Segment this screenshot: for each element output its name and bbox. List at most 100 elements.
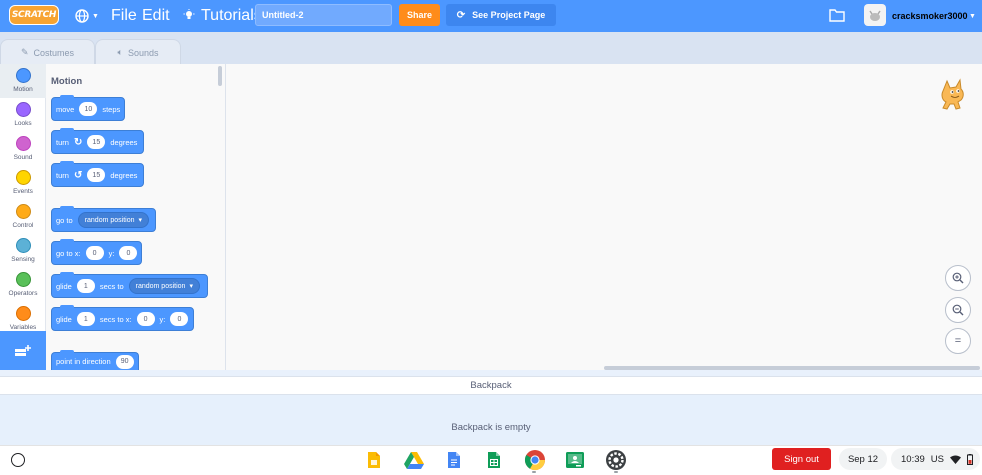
category-dot-icon bbox=[15, 68, 31, 83]
block-point-in-direction[interactable]: point in direction 90 bbox=[51, 350, 139, 370]
speaker-icon: 🔈︎ bbox=[117, 47, 123, 57]
zoom-reset-button[interactable]: = bbox=[945, 328, 971, 354]
sign-out-button[interactable]: Sign out bbox=[772, 448, 831, 470]
running-indicator bbox=[614, 471, 618, 473]
target-dropdown[interactable]: random position ▾ bbox=[128, 278, 200, 294]
zoom-out-button[interactable] bbox=[945, 297, 971, 323]
direction-input[interactable]: 90 bbox=[115, 354, 134, 369]
launcher-icon[interactable] bbox=[11, 453, 25, 467]
block-text: secs to x: bbox=[99, 314, 132, 324]
status-tray[interactable]: 10:39 US bbox=[891, 448, 980, 470]
x-input[interactable]: 0 bbox=[136, 312, 155, 326]
y-input[interactable]: 0 bbox=[170, 312, 189, 326]
battery-icon bbox=[966, 453, 973, 465]
backpack-empty-message: Backpack is empty bbox=[451, 422, 531, 433]
project-title-input[interactable]: Untitled-2 bbox=[255, 4, 392, 26]
see-project-page-button[interactable]: ⟳ See Project Page bbox=[446, 4, 556, 26]
language-menu[interactable]: ▼ bbox=[75, 0, 99, 32]
settings-icon[interactable] bbox=[605, 449, 627, 471]
file-menu[interactable]: File bbox=[111, 0, 137, 32]
script-area[interactable] bbox=[226, 64, 982, 370]
steps-input[interactable]: 10 bbox=[79, 102, 98, 116]
category-looks[interactable]: Looks bbox=[0, 98, 46, 132]
block-text: go to x: bbox=[56, 248, 81, 258]
secs-input[interactable]: 1 bbox=[76, 312, 95, 326]
edit-menu[interactable]: Edit bbox=[142, 0, 170, 32]
see-project-label: See Project Page bbox=[472, 10, 546, 20]
files-app-icon[interactable] bbox=[364, 450, 384, 470]
google-drive-icon[interactable] bbox=[404, 450, 424, 470]
date-tray[interactable]: Sep 12 bbox=[839, 448, 887, 470]
category-dot-icon bbox=[15, 136, 31, 151]
wifi-icon bbox=[949, 455, 961, 464]
caret-down-icon: ▾ bbox=[189, 283, 193, 290]
locale-indicator: US bbox=[930, 453, 944, 465]
tutorials-label: Tutorials bbox=[201, 7, 262, 24]
block-text: go to bbox=[56, 215, 73, 225]
category-dot-icon bbox=[15, 238, 31, 253]
dropdown-value: random position bbox=[135, 282, 186, 290]
block-go-to-xy[interactable]: go to x: 0 y: 0 bbox=[51, 239, 142, 265]
globe-icon bbox=[75, 9, 89, 23]
see-project-icon: ⟳ bbox=[456, 9, 466, 21]
share-button[interactable]: Share bbox=[399, 4, 440, 26]
add-extension-button[interactable] bbox=[0, 331, 46, 370]
block-glide-to-xy[interactable]: glide 1 secs to x: 0 y: 0 bbox=[51, 305, 194, 331]
category-operators[interactable]: Operators bbox=[0, 268, 46, 302]
category-events[interactable]: Events bbox=[0, 166, 46, 200]
tutorials-button[interactable]: Tutorials bbox=[183, 0, 262, 32]
block-turn-right[interactable]: turn ↻ 15 degrees bbox=[51, 128, 144, 154]
lightbulb-icon bbox=[183, 8, 195, 24]
backpack-header[interactable]: Backpack bbox=[0, 376, 982, 395]
category-label: Sensing bbox=[11, 256, 35, 263]
category-sensing[interactable]: Sensing bbox=[0, 234, 46, 268]
category-sound[interactable]: Sound bbox=[0, 132, 46, 166]
block-go-to[interactable]: go to random position ▾ bbox=[51, 206, 156, 232]
category-control[interactable]: Control bbox=[0, 200, 46, 234]
block-move-steps[interactable]: move 10 steps bbox=[51, 95, 125, 121]
block-text: secs to bbox=[99, 281, 124, 291]
palette-scrollbar[interactable] bbox=[218, 66, 222, 86]
add-extension-icon bbox=[15, 344, 31, 356]
zoom-in-icon bbox=[952, 272, 964, 284]
chevron-down-icon[interactable]: ▼ bbox=[969, 13, 976, 20]
y-input[interactable]: 0 bbox=[119, 246, 138, 260]
chrome-icon[interactable] bbox=[524, 449, 546, 471]
google-classroom-icon[interactable] bbox=[565, 450, 585, 470]
equals-icon: = bbox=[954, 335, 962, 347]
block-glide-to[interactable]: glide 1 secs to random position ▾ bbox=[51, 272, 208, 298]
google-docs-icon[interactable] bbox=[444, 450, 464, 470]
zoom-in-button[interactable] bbox=[945, 265, 971, 291]
category-label: Sound bbox=[13, 154, 33, 161]
degrees-input[interactable]: 15 bbox=[87, 168, 106, 182]
backpack-panel bbox=[0, 395, 982, 445]
scratch-logo[interactable]: SCRATCH bbox=[9, 5, 59, 25]
x-input[interactable]: 0 bbox=[85, 246, 104, 260]
block-text: point in direction bbox=[56, 357, 111, 366]
tab-sounds-label: Sounds bbox=[127, 47, 159, 58]
block-text: y: bbox=[159, 314, 166, 324]
brush-icon: ✎ bbox=[20, 47, 29, 57]
folder-icon[interactable] bbox=[829, 8, 845, 22]
block-text: degrees bbox=[110, 170, 138, 180]
category-dot-icon bbox=[15, 170, 31, 185]
block-text: y: bbox=[108, 248, 115, 258]
tab-costumes[interactable]: ✎ Costumes bbox=[0, 39, 95, 65]
degrees-input[interactable]: 15 bbox=[87, 135, 106, 149]
username[interactable]: cracksmoker3000 bbox=[892, 0, 968, 32]
category-label: Looks bbox=[14, 120, 32, 127]
category-motion[interactable]: Motion bbox=[0, 64, 46, 98]
block-text: move bbox=[56, 104, 75, 114]
tab-sounds[interactable]: 🔈︎ Sounds bbox=[95, 39, 181, 65]
category-label: Variables bbox=[9, 324, 37, 331]
script-area-scrollbar[interactable] bbox=[604, 366, 980, 370]
chevron-down-icon: ▼ bbox=[92, 12, 99, 20]
target-dropdown[interactable]: random position ▾ bbox=[77, 212, 150, 228]
block-turn-left[interactable]: turn ↺ 15 degrees bbox=[51, 161, 144, 187]
avatar[interactable] bbox=[864, 4, 886, 26]
google-sheets-icon[interactable] bbox=[484, 450, 504, 470]
sprite-cat-icon bbox=[941, 78, 964, 110]
secs-input[interactable]: 1 bbox=[76, 279, 95, 293]
block-text: glide bbox=[56, 281, 72, 291]
rotate-left-icon: ↺ bbox=[73, 169, 83, 181]
